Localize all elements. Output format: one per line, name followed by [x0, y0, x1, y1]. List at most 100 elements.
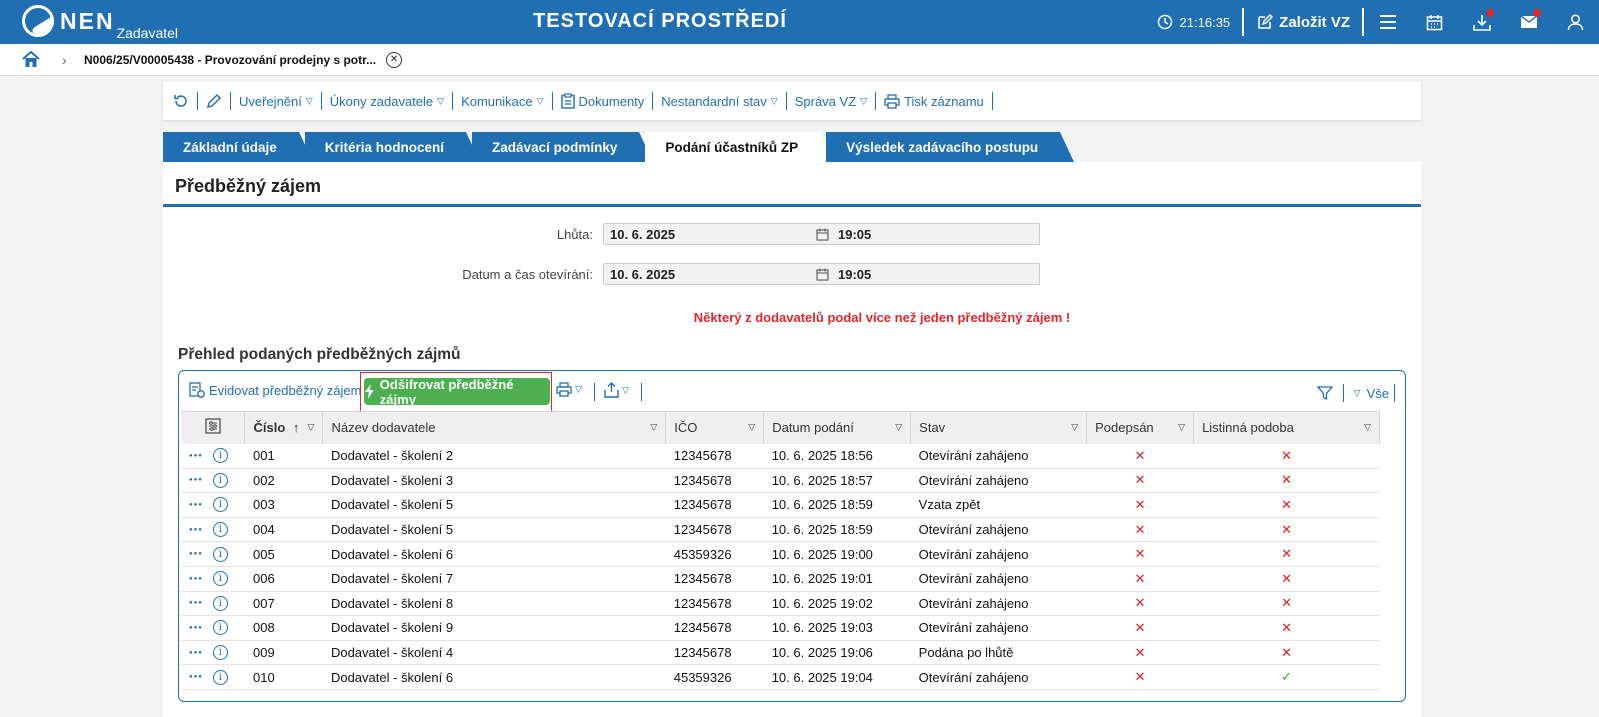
interest-grid: Evidovat předběžný zájem Odšifrovat před…	[178, 370, 1406, 702]
more-dots-icon[interactable]: ●●●	[189, 502, 203, 508]
cross-icon: ✕	[1281, 521, 1292, 537]
more-dots-icon[interactable]: ●●●	[189, 600, 203, 606]
menu-sprava-vz[interactable]: Správa VZ ▽	[787, 92, 877, 110]
notification-dot	[1486, 9, 1494, 17]
more-dots-icon[interactable]: ●●●	[189, 453, 203, 459]
cell-cislo: 008	[244, 615, 323, 641]
more-dots-icon[interactable]: ●●●	[189, 576, 203, 582]
menu-tisk-zaznamu[interactable]: Tisk záznamu	[876, 92, 993, 110]
cell-podepsan: ✕	[1086, 443, 1194, 469]
odsifrovat-label: Odšifrovat předběžné zájmy	[379, 376, 514, 407]
filter-triangle-icon[interactable]: ▽	[650, 422, 657, 433]
cell-cislo: 007	[244, 591, 323, 617]
filter-triangle-icon[interactable]: ▽	[895, 422, 902, 433]
user-button[interactable]	[1552, 0, 1599, 44]
info-icon[interactable]: i	[212, 522, 228, 538]
clock-time: 21:16:35	[1179, 14, 1231, 30]
info-icon[interactable]: i	[212, 497, 228, 513]
more-dots-icon[interactable]: ●●●	[189, 551, 203, 557]
cell-ico: 45359326	[665, 541, 764, 567]
menu-dokumenty[interactable]: Dokumenty	[553, 92, 654, 110]
more-dots-icon[interactable]: ●●●	[189, 650, 203, 656]
filter-triangle-icon[interactable]: ▽	[1071, 422, 1078, 433]
info-icon[interactable]: i	[212, 645, 228, 661]
menu-komunikace[interactable]: Komunikace ▽	[453, 92, 553, 110]
table-row[interactable]: ●●● i 004 Dodavatel - školení 5 12345678 10. …	[181, 517, 1380, 543]
column-header-podepsan[interactable]: Podepsán ▽	[1086, 411, 1195, 444]
more-dots-icon[interactable]: ●●●	[189, 477, 203, 483]
info-icon[interactable]: i	[212, 595, 228, 611]
calendar-button[interactable]	[1411, 0, 1458, 44]
info-icon[interactable]: i	[212, 669, 228, 685]
menu-nestandardni-stav[interactable]: Nestandardní stav ▽	[653, 92, 787, 110]
edit-button[interactable]	[198, 92, 231, 110]
menu-button[interactable]	[1364, 0, 1411, 44]
filter-triangle-icon[interactable]: ▽	[1178, 422, 1185, 433]
tab-kriteria-hodnoceni[interactable]: Kritéria hodnocení	[304, 132, 481, 162]
breadcrumb: › N006/25/V00005438 - Provozování prodej…	[0, 44, 1599, 76]
row-actions: ●●● i	[181, 443, 245, 469]
cell-nazev: Dodavatel - školení 5	[322, 517, 666, 543]
table-row[interactable]: ●●● i 001 Dodavatel - školení 2 12345678 10. …	[181, 443, 1380, 469]
check-icon: ✓	[1281, 669, 1292, 685]
cell-datum: 10. 6. 2025 19:04	[763, 664, 911, 690]
odsifrovat-button[interactable]: Odšifrovat předběžné zájmy	[364, 376, 550, 407]
more-dots-icon[interactable]: ●●●	[189, 674, 203, 680]
info-icon[interactable]: i	[212, 546, 228, 562]
info-icon[interactable]: i	[212, 620, 228, 636]
table-row[interactable]: ●●● i 005 Dodavatel - školení 6 45359326 10. …	[181, 541, 1380, 567]
table-row[interactable]: ●●● i 007 Dodavatel - školení 8 12345678 10. …	[181, 591, 1380, 617]
info-icon[interactable]: i	[212, 571, 228, 587]
filter-triangle-icon[interactable]: ▽	[1364, 422, 1371, 433]
tab-zakladni-udaje[interactable]: Základní údaje	[163, 132, 313, 162]
cell-podepsan: ✕	[1086, 492, 1194, 518]
printer-icon	[884, 93, 900, 109]
downloads-button[interactable]	[1458, 0, 1505, 44]
column-header-nazev[interactable]: Název dodavatele ▽	[322, 411, 667, 444]
table-row[interactable]: ●●● i 003 Dodavatel - školení 5 12345678 10. …	[181, 492, 1380, 518]
filter-triangle-icon[interactable]: ▽	[308, 422, 315, 433]
column-header-listinna[interactable]: Listinná podoba ▽	[1193, 411, 1380, 444]
cell-stav: Otevírání zahájeno	[910, 517, 1087, 543]
messages-button[interactable]	[1505, 0, 1552, 44]
more-dots-icon[interactable]: ●●●	[189, 527, 203, 533]
info-icon[interactable]: i	[212, 448, 228, 464]
info-icon[interactable]: i	[212, 472, 228, 488]
tab-vysledek-zadavaciho-postupu[interactable]: Výsledek zadávacího postupu	[826, 132, 1075, 162]
export-menu-button[interactable]: ▽	[604, 382, 629, 398]
grid-toolbar: Evidovat předběžný zájem Odšifrovat před…	[179, 371, 1405, 413]
column-header-ico[interactable]: IČO ▽	[665, 411, 765, 444]
home-button[interactable]	[0, 51, 62, 68]
table-row[interactable]: ●●● i 002 Dodavatel - školení 3 12345678 10. …	[181, 468, 1380, 494]
notification-dot	[1533, 9, 1541, 17]
refresh-button[interactable]	[171, 92, 198, 110]
menu-uverejneni[interactable]: Uveřejnění ▽	[231, 92, 322, 110]
column-settings-header[interactable]	[181, 411, 246, 444]
hamburger-icon	[1379, 15, 1396, 29]
evidovat-button[interactable]: Evidovat předběžný zájem	[189, 382, 361, 398]
table-row[interactable]: ●●● i 010 Dodavatel - školení 6 45359326 10. …	[181, 664, 1380, 690]
column-header-stav[interactable]: Stav ▽	[910, 411, 1088, 444]
cross-icon: ✕	[1281, 570, 1292, 586]
cell-cislo: 002	[244, 468, 323, 494]
cell-ico: 12345678	[665, 591, 764, 617]
vse-filter[interactable]: Vše	[1367, 386, 1389, 401]
cell-ico: 12345678	[665, 492, 764, 518]
cell-stav: Podána po lhůtě	[910, 640, 1087, 666]
menu-ukony-zadavatele[interactable]: Úkony zadavatele ▽	[322, 92, 454, 110]
table-row[interactable]: ●●● i 006 Dodavatel - školení 7 12345678 10. …	[181, 566, 1380, 592]
table-row[interactable]: ●●● i 009 Dodavatel - školení 4 12345678 10. …	[181, 640, 1380, 666]
tab-zadavaci-podminky[interactable]: Zadávací podmínky	[472, 132, 654, 162]
filter-icon[interactable]	[1316, 385, 1333, 401]
column-header-cislo[interactable]: Číslo ↑ ▽	[244, 411, 324, 444]
tab-podani-ucastniku[interactable]: Podání účastníků ZP	[645, 132, 834, 162]
table-row[interactable]: ●●● i 008 Dodavatel - školení 9 12345678 10. …	[181, 615, 1380, 641]
print-menu-button[interactable]: ▽	[556, 382, 582, 397]
more-dots-icon[interactable]: ●●●	[189, 625, 203, 631]
breadcrumb-current[interactable]: N006/25/V00005438 - Provozování prodejny…	[84, 53, 376, 67]
create-vz-button[interactable]: Založit VZ	[1244, 13, 1362, 31]
column-header-datum[interactable]: Datum podání ▽	[763, 411, 912, 444]
dropdown-triangle-icon[interactable]: ▽	[1354, 388, 1361, 399]
filter-triangle-icon[interactable]: ▽	[748, 422, 755, 433]
close-icon[interactable]: ✕	[386, 51, 403, 68]
